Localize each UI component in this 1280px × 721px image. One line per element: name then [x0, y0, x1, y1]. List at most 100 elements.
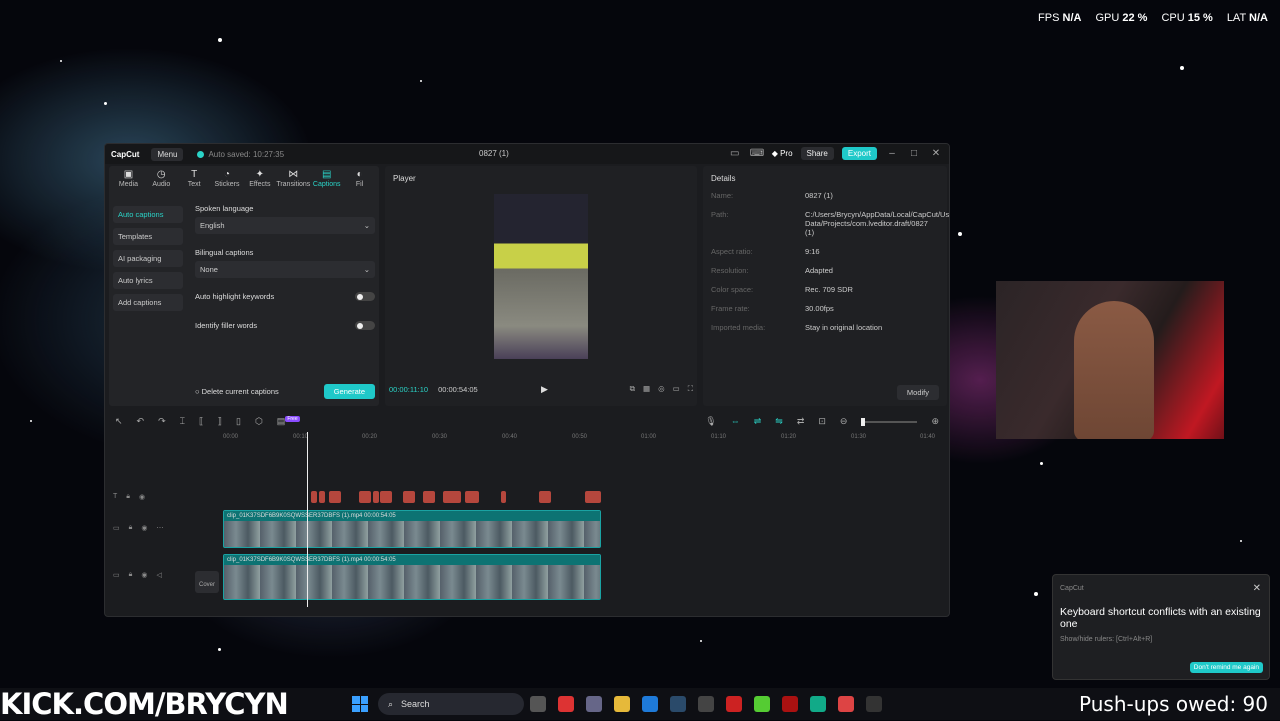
- caption-clip[interactable]: [359, 491, 371, 503]
- quality-icon[interactable]: ▦: [643, 384, 650, 394]
- delete-icon[interactable]: ▯: [236, 416, 241, 427]
- more-icon[interactable]: ⋯: [156, 524, 163, 532]
- app-icon[interactable]: [782, 696, 798, 712]
- sidebar-item-auto-captions[interactable]: Auto captions: [113, 206, 183, 223]
- microphone-icon[interactable]: 🎙: [705, 416, 716, 427]
- file-explorer-icon[interactable]: [614, 696, 630, 712]
- shortcut-icon[interactable]: ⌨: [750, 148, 764, 159]
- app-icon[interactable]: [726, 696, 742, 712]
- sidebar-item-auto-lyrics[interactable]: Auto lyrics: [113, 272, 183, 289]
- audio-icon[interactable]: ◁: [156, 571, 161, 579]
- details-key: Color space:: [711, 285, 754, 294]
- modify-button[interactable]: Modify: [896, 385, 939, 400]
- link-icon[interactable]: ⇔: [731, 416, 740, 427]
- snap-icon[interactable]: ⇋: [775, 416, 783, 427]
- github-icon[interactable]: [698, 696, 714, 712]
- generate-button[interactable]: Generate: [323, 384, 375, 399]
- tab-effects[interactable]: ✦ Effects: [244, 169, 275, 193]
- tab-transitions[interactable]: ⋈ Transitions: [276, 169, 310, 193]
- trim-right-icon[interactable]: ⟧: [218, 416, 222, 427]
- edge-icon[interactable]: [642, 696, 658, 712]
- sidebar-item-ai-packaging[interactable]: AI packaging: [113, 250, 183, 267]
- tab-media[interactable]: ▣ Media: [113, 169, 144, 193]
- close-icon[interactable]: ✕: [1253, 583, 1261, 594]
- lock-icon[interactable]: 🔒︎: [129, 571, 133, 579]
- zoom-slider[interactable]: [861, 417, 918, 426]
- main-video-clip[interactable]: clip_01K37SDF6B9K0SQWSSER37DBFS (1).mp4 …: [223, 554, 601, 600]
- magnet-icon[interactable]: ⇌: [754, 416, 762, 427]
- chrome-icon[interactable]: [558, 696, 574, 712]
- select-tool-icon[interactable]: ↖: [115, 416, 123, 427]
- capcut-icon[interactable]: [866, 696, 882, 712]
- bilingual-select[interactable]: None ⌄: [195, 261, 375, 278]
- zoom-in-icon[interactable]: ⊕: [931, 416, 939, 427]
- tab-filters[interactable]: ◐ Fil: [344, 169, 375, 193]
- play-icon[interactable]: ▶: [541, 384, 548, 395]
- minimize-icon[interactable]: –: [885, 148, 899, 159]
- caption-clip[interactable]: [311, 491, 317, 503]
- caption-clip[interactable]: [501, 491, 506, 503]
- caption-clip[interactable]: [329, 491, 341, 503]
- video-preview[interactable]: [494, 194, 588, 359]
- eye-icon[interactable]: ◉: [139, 493, 145, 501]
- auto-highlight-row: Auto highlight keywords: [195, 292, 375, 301]
- task-view-icon[interactable]: [530, 696, 546, 712]
- delete-captions-checkbox[interactable]: ○ Delete current captions: [195, 387, 279, 396]
- chrome-icon[interactable]: [838, 696, 854, 712]
- settings-icon[interactable]: [586, 696, 602, 712]
- pro-button[interactable]: ◆ Pro: [772, 149, 793, 158]
- trim-left-icon[interactable]: ⟦: [199, 416, 203, 427]
- windows-start-icon[interactable]: [352, 696, 368, 712]
- tab-text[interactable]: T Text: [179, 169, 210, 193]
- fullscreen-icon[interactable]: ⛶: [688, 384, 693, 394]
- caption-clip[interactable]: [443, 491, 461, 503]
- caption-clip[interactable]: [380, 491, 392, 503]
- filler-words-toggle[interactable]: [355, 321, 375, 330]
- spoken-language-label: Spoken language: [195, 204, 254, 213]
- split-icon[interactable]: ⌶: [180, 416, 185, 427]
- ratio-icon[interactable]: ▭: [673, 384, 680, 394]
- layout-icon[interactable]: ▭: [728, 148, 742, 159]
- star: [1180, 66, 1184, 70]
- preview-axis-icon[interactable]: ⇄: [797, 416, 805, 427]
- lock-icon[interactable]: 🔒︎: [126, 493, 130, 501]
- caption-clip[interactable]: [319, 491, 325, 503]
- app-icon[interactable]: [754, 696, 770, 712]
- sidebar-item-templates[interactable]: Templates: [113, 228, 183, 245]
- caption-clip[interactable]: [423, 491, 435, 503]
- steam-icon[interactable]: [670, 696, 686, 712]
- taskbar-search[interactable]: ⌕ Search: [378, 693, 524, 715]
- playhead[interactable]: [307, 432, 308, 607]
- tab-captions[interactable]: ▤ Captions: [311, 169, 342, 193]
- auto-highlight-toggle[interactable]: [355, 292, 375, 301]
- spoken-language-select[interactable]: English ⌄: [195, 217, 375, 234]
- auto-reframe-icon[interactable]: ▤ Free: [277, 415, 300, 427]
- marker-icon[interactable]: ⬡: [255, 416, 263, 427]
- tab-audio[interactable]: ◷ Audio: [146, 169, 177, 193]
- app-icon[interactable]: [810, 696, 826, 712]
- caption-clip[interactable]: [373, 491, 379, 503]
- dont-remind-button[interactable]: Don't remind me again: [1189, 662, 1263, 673]
- lock-icon[interactable]: 🔒︎: [129, 524, 133, 532]
- tab-stickers[interactable]: ◔ Stickers: [212, 169, 243, 193]
- maximize-icon[interactable]: □: [907, 148, 921, 159]
- eye-icon[interactable]: ◉: [141, 524, 147, 532]
- zoom-fit-icon[interactable]: ⊡: [818, 416, 826, 427]
- share-button[interactable]: Share: [800, 147, 834, 160]
- crop-icon[interactable]: ⧉: [630, 384, 635, 394]
- close-icon[interactable]: ✕: [929, 148, 943, 159]
- cover-button[interactable]: Cover: [195, 571, 219, 593]
- sidebar-item-add-captions[interactable]: Add captions: [113, 294, 183, 311]
- video-clip[interactable]: clip_01K37SDF6B9K0SQWSSER37DBFS (1).mp4 …: [223, 510, 601, 548]
- zoom-out-icon[interactable]: ⊖: [840, 416, 848, 427]
- menu-button[interactable]: Menu: [151, 147, 184, 161]
- export-button[interactable]: Export: [841, 147, 877, 160]
- caption-clip[interactable]: [403, 491, 415, 503]
- caption-clip[interactable]: [585, 491, 601, 503]
- redo-icon[interactable]: ↷: [158, 416, 166, 427]
- eye-icon[interactable]: ◉: [141, 571, 147, 579]
- snapshot-icon[interactable]: ◎: [658, 384, 665, 394]
- caption-clip[interactable]: [465, 491, 479, 503]
- caption-clip[interactable]: [539, 491, 551, 503]
- undo-icon[interactable]: ↶: [137, 416, 145, 427]
